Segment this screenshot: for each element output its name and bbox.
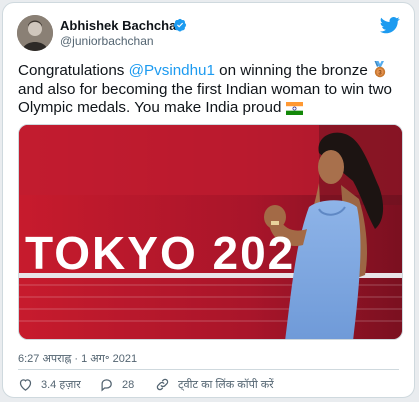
author-name[interactable]: Abhishek Bachchan [60, 18, 184, 33]
avatar[interactable] [17, 15, 53, 51]
divider [18, 369, 399, 370]
like-count: 3.4 हज़ार [41, 379, 81, 391]
india-flag-emoji [285, 102, 303, 115]
tweet-text: Congratulations @Pvsindhu1 on winning th… [18, 61, 403, 118]
mention-link[interactable]: @Pvsindhu1 [129, 62, 215, 79]
reply-button[interactable]: 28 [99, 377, 134, 392]
tweet-text-part: Congratulations [18, 62, 129, 79]
twitter-bird-icon[interactable] [380, 15, 400, 35]
tweet-text-part: and also for becoming the first Indian w… [18, 80, 392, 117]
tokyo-banner-text: TOKYO 202 [25, 227, 296, 279]
verified-badge-icon [173, 18, 187, 32]
like-button[interactable]: 3.4 हज़ार [18, 377, 81, 392]
bronze-medal-emoji: 3 [374, 61, 386, 78]
tweet-timestamp[interactable]: 6:27 अपराह्न · 1 अग॰ 2021 [18, 351, 137, 366]
copy-link-button[interactable]: ट्वीट का लिंक कॉपी करें [155, 377, 274, 392]
reply-icon [101, 379, 112, 392]
copy-link-label: ट्वीट का लिंक कॉपी करें [178, 379, 274, 391]
tweet-photo[interactable]: TOKYO 202 [18, 124, 403, 340]
link-icon [156, 378, 169, 391]
reply-count: 28 [122, 378, 135, 391]
heart-icon [19, 379, 32, 391]
author-handle[interactable]: @juniorbachchan [60, 34, 154, 48]
tweet-card: Abhishek Bachchan @juniorbachchan Congra… [2, 2, 415, 398]
tweet-text-part: on winning the bronze [214, 62, 368, 79]
